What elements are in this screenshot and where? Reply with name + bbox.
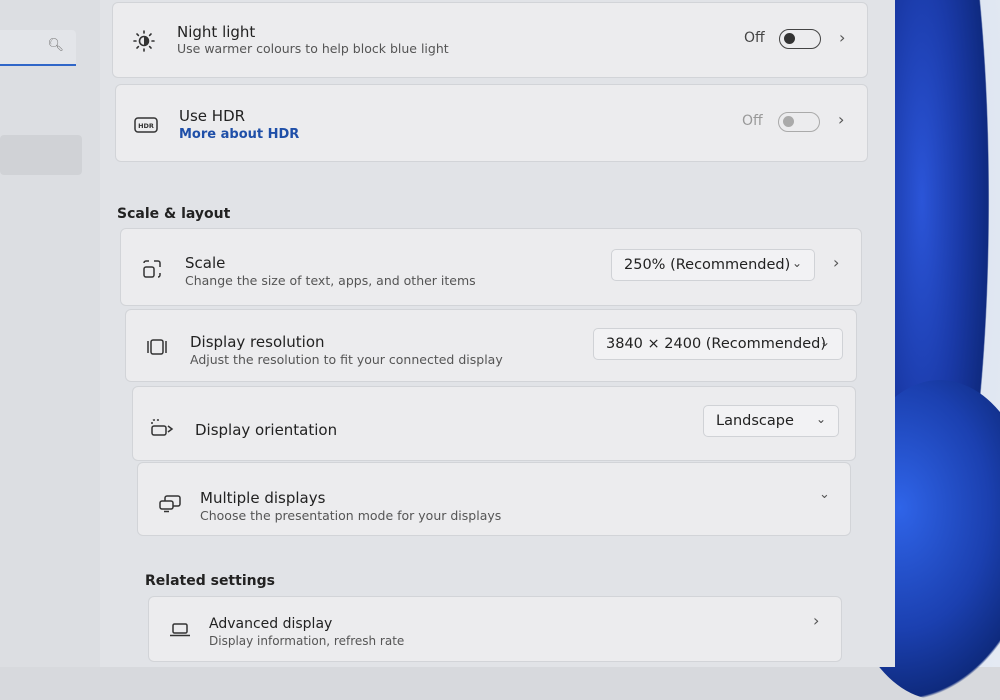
night-light-subtitle: Use warmer colours to help block blue li… [177,41,449,56]
laptop-icon [167,617,193,643]
advanced-display-subtitle: Display information, refresh rate [209,634,405,648]
night-light-card[interactable]: Night light Use warmer colours to help b… [112,2,868,78]
multiple-displays-card[interactable]: Multiple displays Choose the presentatio… [137,462,851,536]
resolution-card[interactable]: Display resolution Adjust the resolution… [125,309,857,382]
scale-dropdown[interactable]: 250% (Recommended) ⌄ [611,249,815,281]
night-light-state: Off [744,30,765,46]
advanced-display-title: Advanced display [209,616,333,632]
orientation-card[interactable]: Display orientation Landscape ⌄ [132,386,856,461]
hdr-card[interactable]: HDR Use HDR More about HDR Off › [115,84,868,162]
hdr-toggle[interactable] [778,112,820,132]
resolution-dropdown-value: 3840 × 2400 (Recommended) [606,336,826,352]
hdr-state: Off [742,113,763,129]
search-input[interactable]: 🔍︎ [0,30,76,66]
hdr-more-link[interactable]: More about HDR [179,127,299,142]
hdr-title: Use HDR [179,107,246,125]
toggle-knob [783,116,794,127]
related-settings-heading: Related settings [145,573,275,589]
chevron-down-icon: ⌄ [791,256,802,270]
chevron-down-icon: ⌄ [815,412,826,426]
chevron-right-icon[interactable]: › [838,110,844,129]
resolution-dropdown[interactable]: 3840 × 2400 (Recommended) ⌄ [593,328,843,360]
orientation-title: Display orientation [195,421,338,439]
chevron-right-icon[interactable]: › [813,611,819,630]
night-light-toggle[interactable] [779,29,821,49]
resolution-subtitle: Adjust the resolution to fit your connec… [190,352,503,367]
multiple-displays-icon [157,491,183,517]
hdr-icon: HDR [133,112,159,138]
brightness-icon [131,28,157,54]
advanced-display-card[interactable]: Advanced display Display information, re… [148,596,842,662]
toggle-knob [784,33,795,44]
settings-content: Night light Use warmer colours to help b… [100,0,895,667]
chevron-right-icon[interactable]: › [833,253,839,272]
orientation-dropdown[interactable]: Landscape ⌄ [703,405,839,437]
scale-icon [139,256,165,282]
scale-subtitle: Change the size of text, apps, and other… [185,273,476,288]
chevron-down-icon: ⌄ [819,335,830,349]
multiple-displays-subtitle: Choose the presentation mode for your di… [200,508,502,523]
orientation-dropdown-value: Landscape [716,413,794,429]
scale-title: Scale [185,254,226,272]
svg-text:HDR: HDR [138,122,154,130]
multiple-displays-title: Multiple displays [200,489,326,507]
scale-dropdown-value: 250% (Recommended) [624,257,791,273]
scale-card[interactable]: Scale Change the size of text, apps, and… [120,228,862,306]
chevron-right-icon[interactable]: › [839,28,845,47]
search-icon[interactable]: 🔍︎ [47,38,64,53]
night-light-title: Night light [177,23,256,41]
navigation-pane: 🔍︎ [0,0,100,667]
resolution-title: Display resolution [190,333,325,351]
resolution-icon [144,334,170,360]
chevron-down-icon[interactable]: ⌄ [819,487,830,502]
nav-selected-item[interactable] [0,135,82,175]
orientation-icon [149,415,175,441]
scale-layout-heading: Scale & layout [117,206,231,222]
